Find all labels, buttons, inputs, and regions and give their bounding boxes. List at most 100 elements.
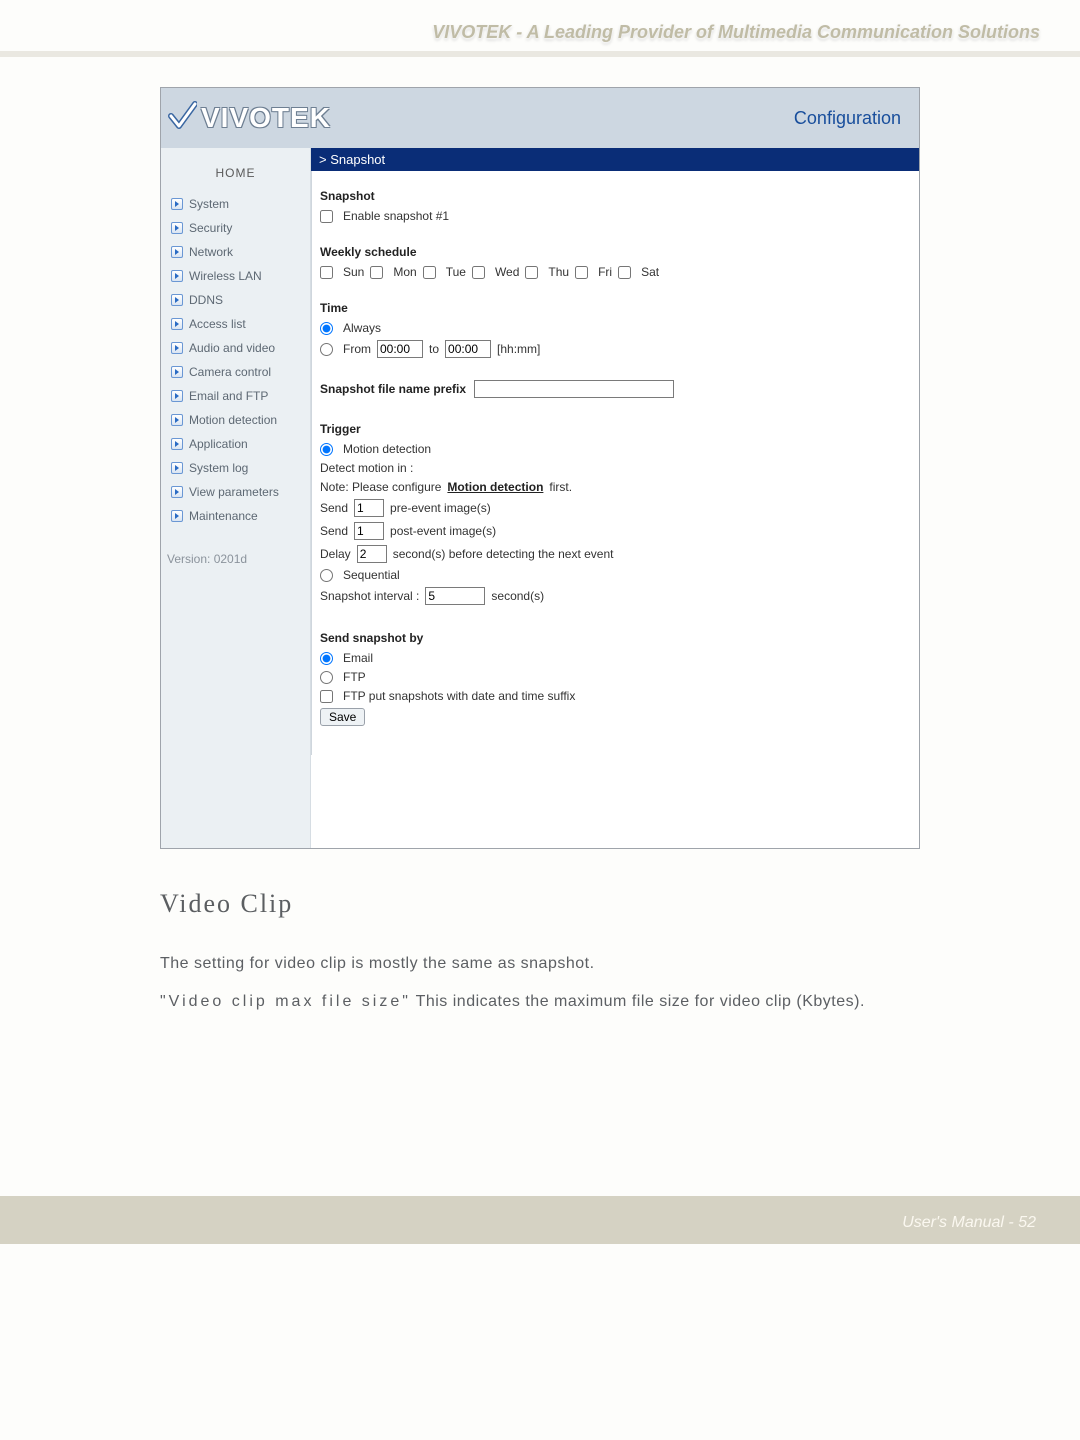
arrow-right-icon xyxy=(171,366,183,378)
day-sat-checkbox[interactable] xyxy=(618,266,631,279)
time-from-label: From xyxy=(343,342,371,356)
arrow-right-icon xyxy=(171,198,183,210)
interval-input[interactable] xyxy=(425,587,485,605)
time-always-radio[interactable] xyxy=(320,322,333,335)
send-ftp-label: FTP xyxy=(343,670,366,684)
day-thu-checkbox[interactable] xyxy=(525,266,538,279)
sidebar-item-label: Network xyxy=(189,245,233,259)
sidebar-item-wireless-lan[interactable]: Wireless LAN xyxy=(165,264,306,288)
time-always-label: Always xyxy=(343,321,381,335)
brand-logo: VIVOTEK xyxy=(167,100,331,136)
sidebar-item-email-ftp[interactable]: Email and FTP xyxy=(165,384,306,408)
weekly-section-title: Weekly schedule xyxy=(320,245,907,259)
ftp-suffix-checkbox[interactable] xyxy=(320,690,333,703)
note-pre: Note: Please configure xyxy=(320,480,441,494)
day-tue-checkbox[interactable] xyxy=(423,266,436,279)
trigger-motion-label: Motion detection xyxy=(343,442,431,456)
trigger-sequential-label: Sequential xyxy=(343,568,400,582)
config-screenshot: VIVOTEK Configuration HOME System Securi… xyxy=(160,87,920,849)
sidebar-item-label: Audio and video xyxy=(189,341,275,355)
doc-paragraph-1: The setting for video clip is mostly the… xyxy=(160,949,920,979)
sidebar-item-label: Camera control xyxy=(189,365,271,379)
sidebar-item-camera-control[interactable]: Camera control xyxy=(165,360,306,384)
sidebar-item-ddns[interactable]: DDNS xyxy=(165,288,306,312)
send-email-radio[interactable] xyxy=(320,652,333,665)
send-by-title: Send snapshot by xyxy=(320,631,907,645)
sidebar-item-label: View parameters xyxy=(189,485,279,499)
doc-paragraph-2: "Video clip max file size" This indicate… xyxy=(160,987,920,1017)
time-from-radio[interactable] xyxy=(320,343,333,356)
sidebar-item-security[interactable]: Security xyxy=(165,216,306,240)
sidebar: HOME System Security Network Wireless LA… xyxy=(161,148,311,848)
time-from-input[interactable] xyxy=(377,340,423,358)
snapshot-section-title: Snapshot xyxy=(320,189,907,203)
sidebar-item-access-list[interactable]: Access list xyxy=(165,312,306,336)
delay-input[interactable] xyxy=(357,545,387,563)
sidebar-item-system[interactable]: System xyxy=(165,192,306,216)
arrow-right-icon xyxy=(171,390,183,402)
time-to-label: to xyxy=(429,342,439,356)
header-config-label: Configuration xyxy=(794,108,901,129)
arrow-right-icon xyxy=(171,270,183,282)
sidebar-item-label: Access list xyxy=(189,317,246,331)
doc-heading-video-clip: Video Clip xyxy=(160,889,920,919)
sidebar-item-audio-video[interactable]: Audio and video xyxy=(165,336,306,360)
arrow-right-icon xyxy=(171,510,183,522)
sidebar-item-view-parameters[interactable]: View parameters xyxy=(165,480,306,504)
sidebar-item-label: Maintenance xyxy=(189,509,258,523)
brand-check-icon xyxy=(167,100,197,136)
prefix-input[interactable] xyxy=(474,380,674,398)
sidebar-item-maintenance[interactable]: Maintenance xyxy=(165,504,306,528)
note-post: first. xyxy=(549,480,572,494)
post-event-input[interactable] xyxy=(354,522,384,540)
time-section-title: Time xyxy=(320,301,907,315)
sidebar-item-label: Motion detection xyxy=(189,413,277,427)
page-header-tagline: VIVOTEK - A Leading Provider of Multimed… xyxy=(0,0,1080,57)
trigger-section-title: Trigger xyxy=(320,422,907,436)
sidebar-item-system-log[interactable]: System log xyxy=(165,456,306,480)
send-ftp-radio[interactable] xyxy=(320,671,333,684)
sidebar-item-label: System xyxy=(189,197,229,211)
arrow-right-icon xyxy=(171,462,183,474)
arrow-right-icon xyxy=(171,246,183,258)
prefix-label: Snapshot file name prefix xyxy=(320,382,466,396)
pre-event-input[interactable] xyxy=(354,499,384,517)
arrow-right-icon xyxy=(171,318,183,330)
motion-detection-link[interactable]: Motion detection xyxy=(447,480,543,494)
page-footer: User's Manual - 52 xyxy=(0,1196,1080,1244)
main-panel: > Snapshot Snapshot Enable snapshot #1 W… xyxy=(311,148,919,848)
sidebar-item-application[interactable]: Application xyxy=(165,432,306,456)
day-mon-checkbox[interactable] xyxy=(370,266,383,279)
detect-in-label: Detect motion in : xyxy=(320,461,413,475)
day-sun-checkbox[interactable] xyxy=(320,266,333,279)
sidebar-item-label: Wireless LAN xyxy=(189,269,262,283)
sidebar-item-label: Security xyxy=(189,221,232,235)
sidebar-item-motion-detection[interactable]: Motion detection xyxy=(165,408,306,432)
screenshot-top-bar: VIVOTEK Configuration xyxy=(161,88,919,148)
trigger-sequential-radio[interactable] xyxy=(320,569,333,582)
enable-snapshot-checkbox[interactable] xyxy=(320,210,333,223)
doc-p2-rest: This indicates the maximum file size for… xyxy=(411,993,865,1010)
sidebar-item-label: Email and FTP xyxy=(189,389,268,403)
day-wed-checkbox[interactable] xyxy=(472,266,485,279)
brand-name: VIVOTEK xyxy=(201,102,331,134)
sidebar-item-label: Application xyxy=(189,437,248,451)
arrow-right-icon xyxy=(171,294,183,306)
send-email-label: Email xyxy=(343,651,373,665)
arrow-right-icon xyxy=(171,342,183,354)
ftp-suffix-label: FTP put snapshots with date and time suf… xyxy=(343,689,575,703)
doc-p2-quoted: "Video clip max file size" xyxy=(160,993,411,1010)
sidebar-item-label: System log xyxy=(189,461,248,475)
time-hint: [hh:mm] xyxy=(497,342,540,356)
sidebar-item-label: DDNS xyxy=(189,293,223,307)
arrow-right-icon xyxy=(171,222,183,234)
time-to-input[interactable] xyxy=(445,340,491,358)
day-fri-checkbox[interactable] xyxy=(575,266,588,279)
arrow-right-icon xyxy=(171,414,183,426)
weekday-row: Sun Mon Tue Wed Thu Fri Sat xyxy=(320,265,907,279)
sidebar-home[interactable]: HOME xyxy=(165,158,306,192)
version-label: Version: 0201d xyxy=(165,552,306,566)
sidebar-item-network[interactable]: Network xyxy=(165,240,306,264)
trigger-motion-radio[interactable] xyxy=(320,443,333,456)
save-button[interactable]: Save xyxy=(320,708,365,726)
